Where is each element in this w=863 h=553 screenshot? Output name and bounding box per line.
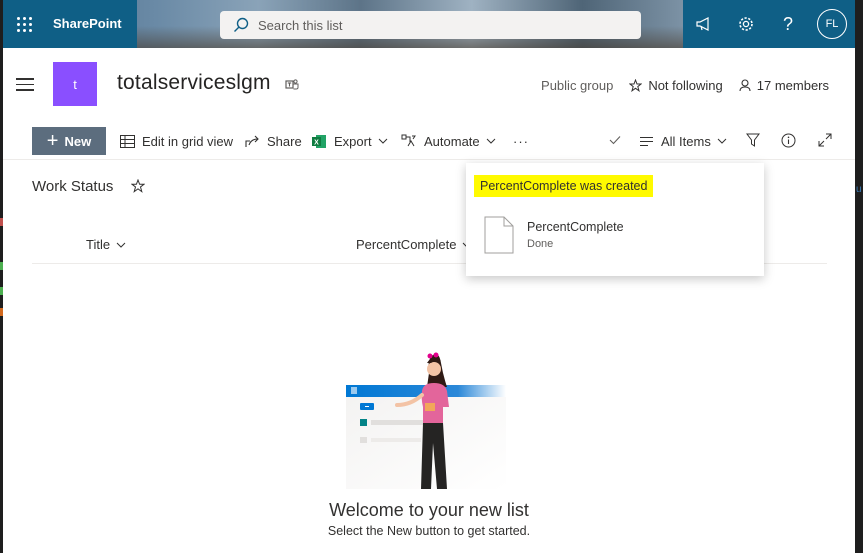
column-created-notification: PercentComplete was created PercentCompl… xyxy=(466,163,764,276)
info-icon[interactable] xyxy=(781,133,796,148)
search-box[interactable] xyxy=(220,11,641,39)
empty-state-subtext: Select the New button to get started. xyxy=(327,524,531,538)
members-button[interactable]: 17 members xyxy=(739,78,829,93)
waffle-icon xyxy=(16,16,32,32)
site-logo[interactable]: t xyxy=(53,62,97,106)
favorite-star-icon[interactable] xyxy=(131,179,145,193)
notification-item-status: Done xyxy=(527,238,554,250)
excel-icon: X xyxy=(312,134,326,148)
checkmark-icon[interactable] xyxy=(609,135,621,145)
search-input[interactable] xyxy=(258,17,638,33)
column-header-label: Title xyxy=(86,237,111,252)
share-icon xyxy=(245,135,259,147)
navigation-menu-button[interactable] xyxy=(16,78,34,92)
grid-icon xyxy=(120,134,135,148)
members-label: 17 members xyxy=(756,78,829,93)
automate-label: Automate xyxy=(424,133,480,149)
column-header-label: PercentComplete xyxy=(356,237,457,252)
suite-bar-actions: ? FL xyxy=(683,0,855,48)
edit-grid-view-button[interactable]: Edit in grid view xyxy=(120,131,233,151)
person-icon xyxy=(739,79,751,92)
search-icon xyxy=(234,17,249,32)
view-selector[interactable]: All Items xyxy=(639,131,727,151)
new-button-label: New xyxy=(64,133,92,149)
edit-grid-view-label: Edit in grid view xyxy=(142,133,234,149)
suite-bar: SharePoint ? xyxy=(3,0,855,48)
plus-icon: + xyxy=(46,130,59,152)
app-launcher-button[interactable] xyxy=(3,0,45,48)
column-header-title[interactable]: Title xyxy=(86,237,126,252)
empty-state-heading: Welcome to your new list xyxy=(329,500,529,520)
list-title: Work Status xyxy=(32,178,114,195)
document-icon xyxy=(484,216,514,254)
megaphone-icon xyxy=(696,17,709,31)
star-icon xyxy=(629,79,643,92)
site-meta: Public group Not following 17 members xyxy=(525,78,829,93)
follow-label: Not following xyxy=(648,78,723,93)
export-button[interactable]: X Export xyxy=(312,131,388,151)
settings-button[interactable] xyxy=(725,0,767,48)
teams-icon xyxy=(285,79,299,90)
automate-icon xyxy=(401,134,416,147)
svg-text:X: X xyxy=(314,139,319,146)
command-bar: + New Edit in grid view Share X Export A… xyxy=(3,122,855,160)
follow-button[interactable]: Not following xyxy=(629,78,723,93)
new-button[interactable]: + New xyxy=(32,127,106,155)
view-selector-label: All Items xyxy=(661,133,711,149)
notification-title: PercentComplete was created xyxy=(474,175,654,197)
help-button[interactable]: ? xyxy=(767,0,809,48)
share-label: Share xyxy=(267,133,302,149)
group-type-label: Public group xyxy=(541,78,614,93)
avatar: FL xyxy=(817,9,847,39)
column-header-percentcomplete[interactable]: PercentComplete xyxy=(356,237,472,252)
background-window-strip: u xyxy=(855,0,863,553)
notification-item-name[interactable]: PercentComplete xyxy=(527,220,624,234)
chevron-down-icon xyxy=(378,138,387,144)
export-label: Export xyxy=(334,133,372,149)
share-button[interactable]: Share xyxy=(245,131,302,151)
sharepoint-window: SharePoint ? xyxy=(3,0,855,553)
more-button[interactable]: ··· xyxy=(513,131,529,151)
account-button[interactable]: FL xyxy=(809,0,855,48)
chevron-down-icon xyxy=(116,242,126,248)
site-title[interactable]: totalserviceslgm xyxy=(117,71,271,95)
filter-icon[interactable] xyxy=(746,133,760,147)
automate-button[interactable]: Automate xyxy=(401,131,496,151)
background-fragment: u xyxy=(856,184,862,195)
chevron-down-icon xyxy=(486,138,496,144)
chevron-down-icon xyxy=(717,138,727,144)
app-name[interactable]: SharePoint xyxy=(45,0,137,48)
gear-icon xyxy=(739,17,753,31)
empty-list-illustration xyxy=(346,352,506,489)
help-icon: ? xyxy=(782,13,793,34)
megaphone-button[interactable] xyxy=(683,0,725,48)
list-view-icon xyxy=(640,136,653,146)
fullscreen-icon[interactable] xyxy=(818,133,832,147)
